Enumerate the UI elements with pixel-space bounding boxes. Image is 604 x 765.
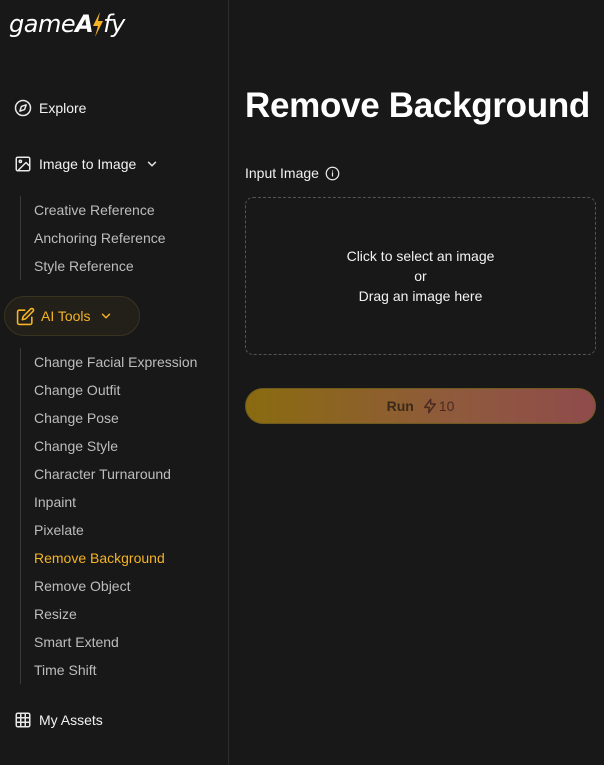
submenu-item-active[interactable]: Remove Background [21,544,197,572]
nav-image-to-image[interactable]: Image to Image [14,152,159,176]
submenu-item[interactable]: Change Outfit [21,376,197,404]
page-title: Remove Background [245,86,590,125]
submenu-item[interactable]: Creative Reference [21,196,166,224]
logo[interactable]: gameAIAfy [9,2,125,38]
run-button[interactable]: Run 10 [245,388,596,424]
submenu-item[interactable]: Pixelate [21,516,197,544]
chevron-down-icon [148,161,157,167]
sidebar: gameAIAfy Explore Image to Image Creativ… [0,0,229,765]
submenu-item[interactable]: Remove Object [21,572,197,600]
logo-text-fy: fy [103,10,125,38]
image-icon [15,156,31,172]
logo-text-game: game [9,10,76,38]
nav-explore[interactable]: Explore [14,96,86,120]
chevron-down-icon [101,313,110,319]
submenu-item[interactable]: Smart Extend [21,628,197,656]
edit-icon [16,307,35,325]
compass-icon [14,99,32,117]
image-to-image-submenu: Creative Reference Anchoring Reference S… [20,196,166,280]
grid-icon [15,712,31,728]
nav-image-to-image-label: Image to Image [39,156,137,172]
nav-explore-label: Explore [39,100,87,116]
bolt-icon [423,398,436,414]
submenu-item[interactable]: Change Facial Expression [21,348,197,376]
ai-tools-submenu: Change Facial Expression Change Outfit C… [20,348,197,684]
submenu-item[interactable]: Style Reference [21,252,166,280]
dropzone-line-2: or [414,268,427,284]
run-cost: 10 [422,398,455,414]
submenu-item[interactable]: Resize [21,600,197,628]
main-content: Remove Background Input Image Click to s… [229,0,604,765]
bolt-icon [91,10,105,38]
info-icon[interactable] [325,166,340,181]
nav-ai-tools-label: AI Tools [41,308,91,324]
app: gameAIAfy Explore Image to Image Creativ… [0,0,604,765]
submenu-item[interactable]: Change Style [21,432,197,460]
input-image-label-text: Input Image [245,165,319,181]
submenu-item[interactable]: Change Pose [21,404,197,432]
input-image-label: Input Image [245,165,340,181]
dropzone-line-3: Drag an image here [358,288,483,304]
submenu-item[interactable]: Anchoring Reference [21,224,166,252]
submenu-item[interactable]: Inpaint [21,488,197,516]
submenu-item[interactable]: Character Turnaround [21,460,197,488]
nav-ai-tools[interactable]: AI Tools [4,296,140,336]
run-button-label: Run [386,398,414,414]
submenu-item[interactable]: Time Shift [21,656,197,684]
run-cost-value: 10 [438,398,455,414]
nav-my-assets[interactable]: My Assets [14,708,103,732]
dropzone-line-1: Click to select an image [346,248,495,264]
nav-my-assets-label: My Assets [39,712,103,728]
image-dropzone[interactable]: Click to select an image or Drag an imag… [245,197,596,355]
